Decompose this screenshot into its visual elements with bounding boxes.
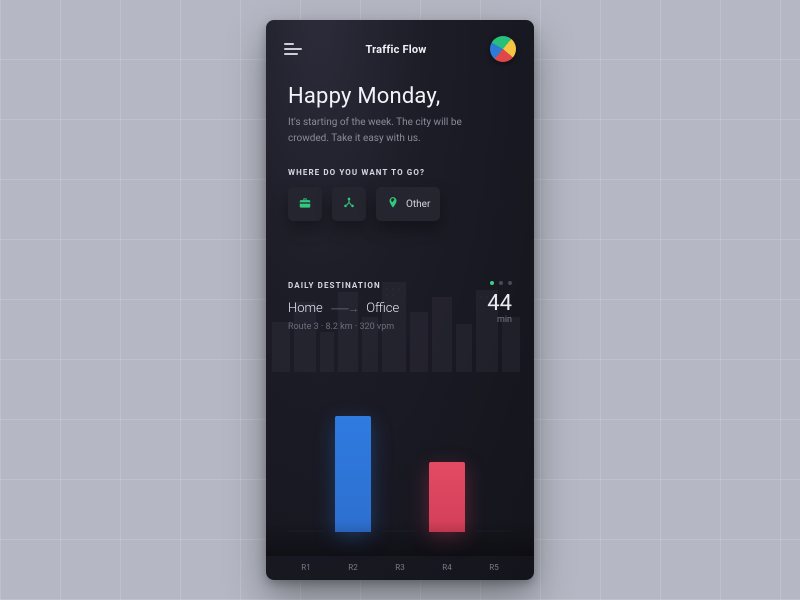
chart-bar-fill [288,530,324,532]
chart-tick-R2: R2 [335,563,371,572]
destination-other-button[interactable]: Other [376,187,440,221]
destination-hub-button[interactable] [332,187,366,221]
route-line: Home ⸺→ Office [288,300,487,316]
route-chart: R1 R2 R3 R4 R5 [266,416,534,580]
eta-unit: min [487,315,512,325]
chart-bar-R1[interactable] [288,530,324,532]
route-meta: Route 3 · 8.2 km · 320 vpm [288,322,487,332]
chart-bar-fill [335,416,371,532]
page-dots[interactable] [487,281,512,285]
chart-tick-R3: R3 [382,563,418,572]
chart-bar-R2[interactable] [335,416,371,532]
chart-x-axis: R1 R2 R3 R4 R5 [288,563,512,572]
greeting-block: Happy Monday, It's starting of the week.… [266,66,534,146]
destination-other-label: Other [406,199,430,210]
where-label: WHERE DO YOU WANT TO GO? [266,146,534,177]
page-dot-1[interactable] [490,281,494,285]
daily-label: DAILY DESTINATION [288,281,487,290]
avatar[interactable] [490,36,516,62]
chart-bar-fill [382,530,418,532]
chart-tick-R5: R5 [476,563,512,572]
page-dot-2[interactable] [499,281,503,285]
briefcase-icon [298,195,312,214]
daily-destination: DAILY DESTINATION Home ⸺→ Office Route 3… [266,221,534,332]
greeting-subtext: It's starting of the week. The city will… [288,115,478,146]
menu-icon[interactable] [284,43,302,55]
app-title: Traffic Flow [365,43,426,56]
eta-value: 44 [487,293,512,315]
chart-bar-R5[interactable] [476,530,512,532]
route-from: Home [288,301,323,316]
arrow-right-icon: ⸺→ [331,300,358,316]
hub-icon [342,195,356,214]
chart-bar-fill [476,530,512,532]
route-to: Office [366,301,399,316]
destination-row: Other [266,177,534,221]
destination-work-button[interactable] [288,187,322,221]
chart-bar-R3[interactable] [382,530,418,532]
phone-frame: Traffic Flow Happy Monday, It's starting… [266,20,534,580]
chart-bar-fill [429,462,465,532]
app-header: Traffic Flow [266,20,534,66]
pin-icon [386,195,400,214]
page-dot-3[interactable] [508,281,512,285]
chart-tick-R4: R4 [429,563,465,572]
chart-tick-R1: R1 [288,563,324,572]
chart-bar-R4[interactable] [429,462,465,532]
greeting-headline: Happy Monday, [288,84,512,109]
